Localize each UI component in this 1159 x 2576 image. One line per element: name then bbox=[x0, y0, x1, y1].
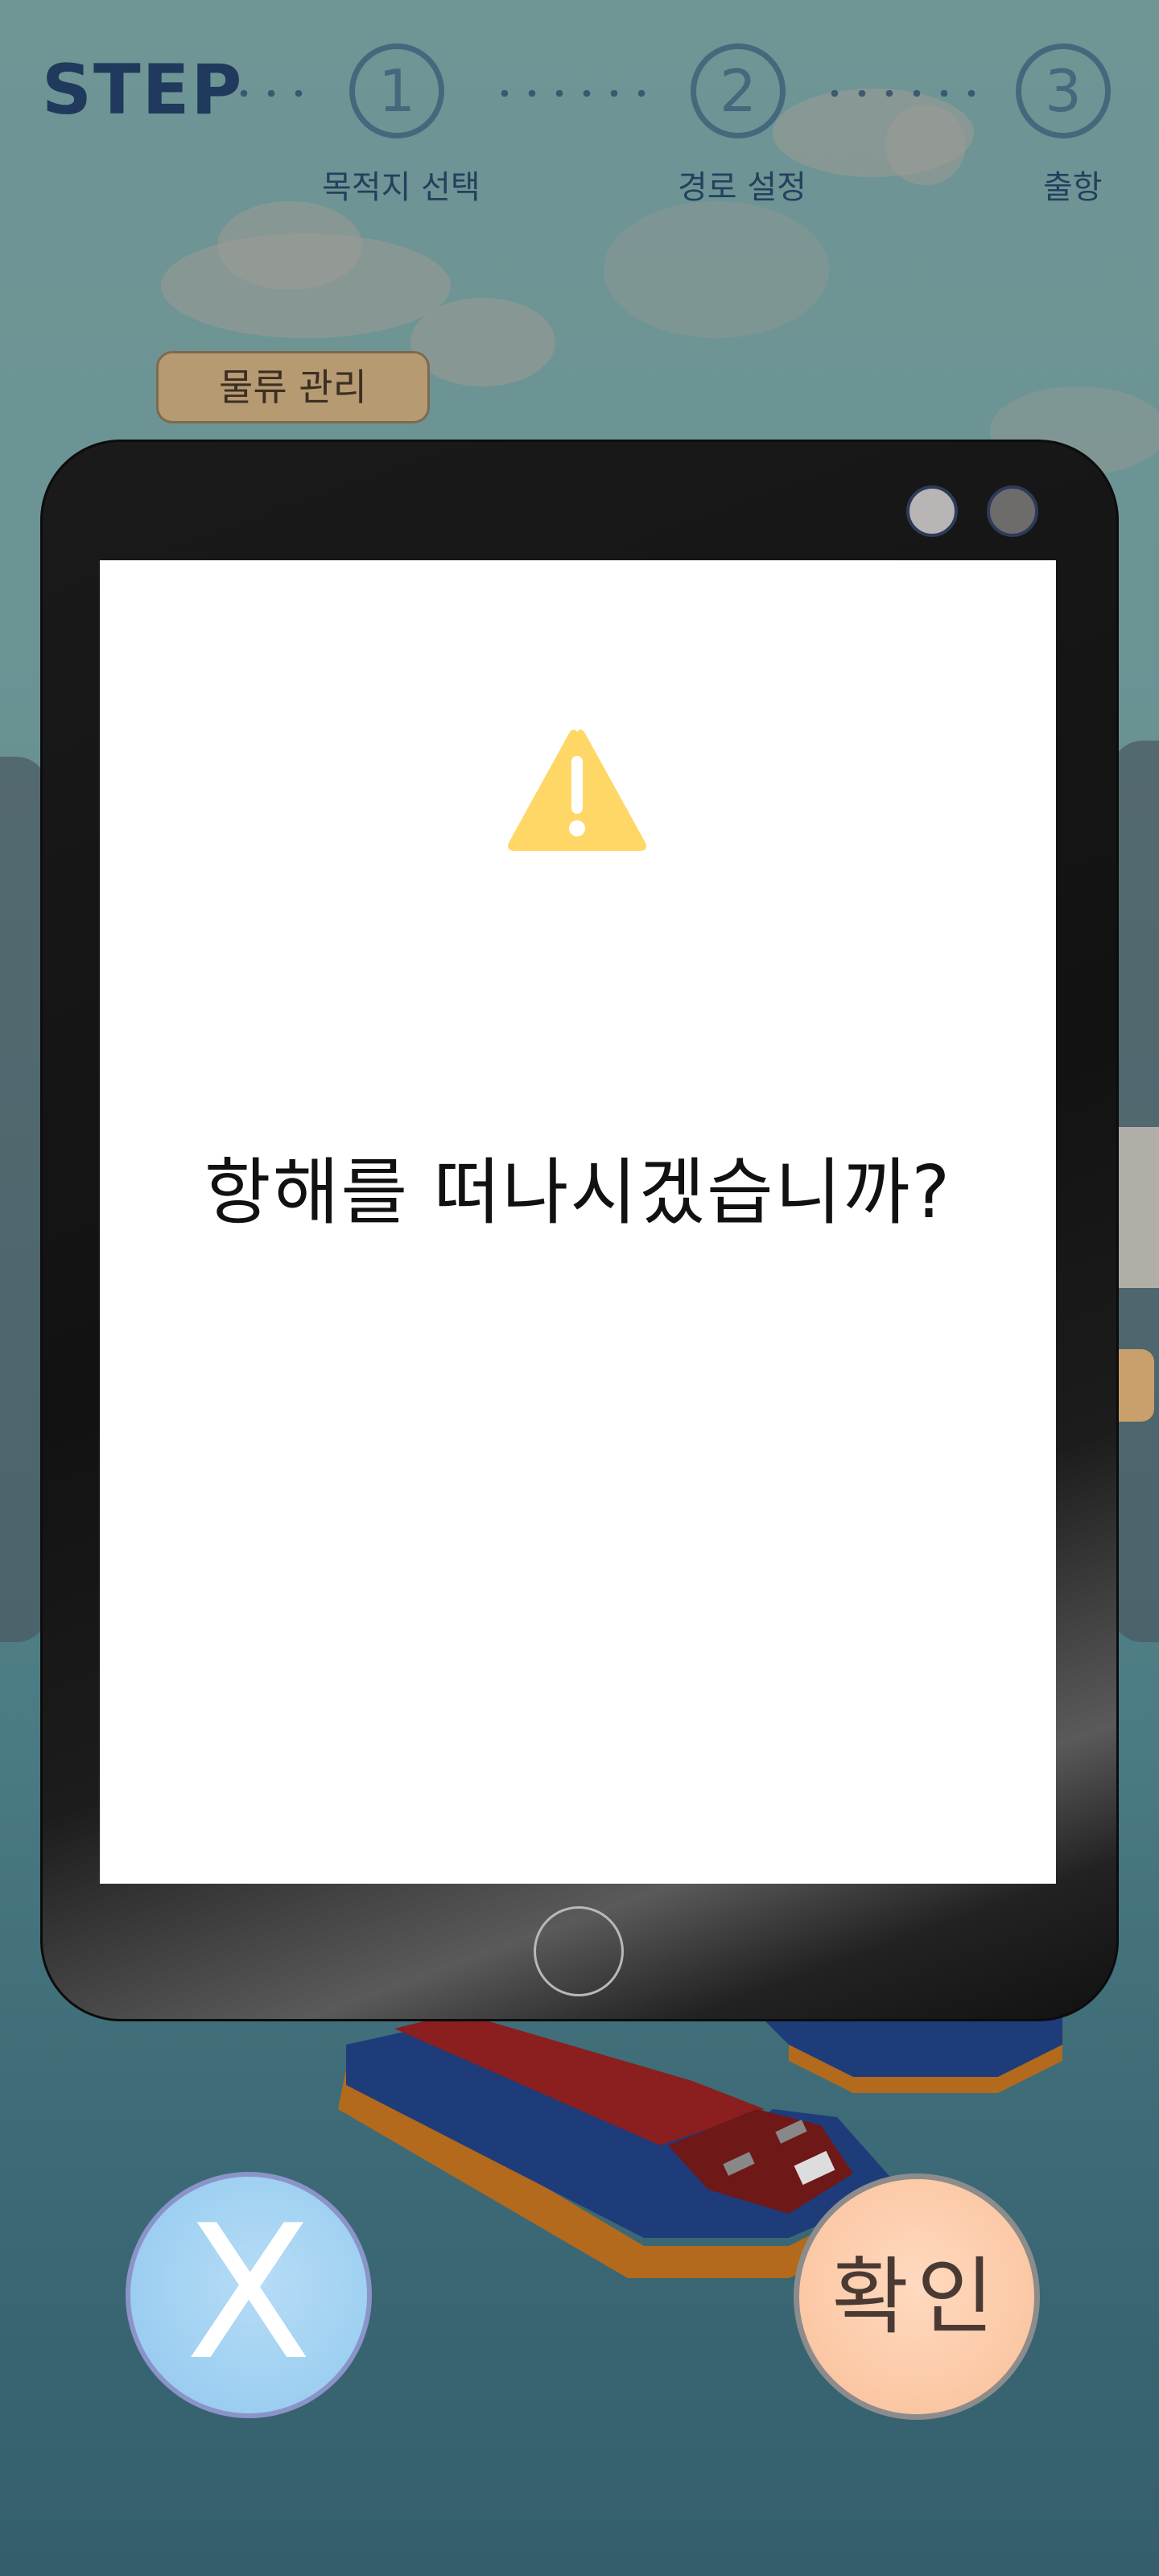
logistics-button[interactable]: 물류 관리 bbox=[156, 351, 430, 423]
step-title: STEP bbox=[42, 50, 244, 130]
dialog-message: 항해를 떠나시겠습니까? bbox=[204, 1150, 952, 1235]
confirm-button[interactable]: 확인 bbox=[794, 2174, 1040, 2420]
step-label-1: 목적지 선택 bbox=[322, 169, 481, 206]
cloud bbox=[410, 298, 555, 386]
cancel-button[interactable]: X bbox=[126, 2172, 372, 2418]
step-dots bbox=[821, 90, 982, 97]
step-dots bbox=[230, 90, 319, 97]
step-circle-2: 2 bbox=[691, 43, 786, 138]
step-label-2: 경로 설정 bbox=[678, 169, 806, 206]
camera-left bbox=[906, 485, 958, 537]
step-circle-3: 3 bbox=[1016, 43, 1111, 138]
step-label-3: 출항 bbox=[1043, 169, 1103, 206]
tablet-home-button bbox=[534, 1906, 624, 1996]
step-progress-bar: STEP 1 2 3 목적지 선택 경로 설정 출항 bbox=[0, 0, 1159, 225]
warning-triangle-icon bbox=[508, 729, 646, 851]
step-circle-1: 1 bbox=[349, 43, 444, 138]
camera-right bbox=[987, 485, 1038, 537]
step-dots bbox=[491, 90, 652, 97]
